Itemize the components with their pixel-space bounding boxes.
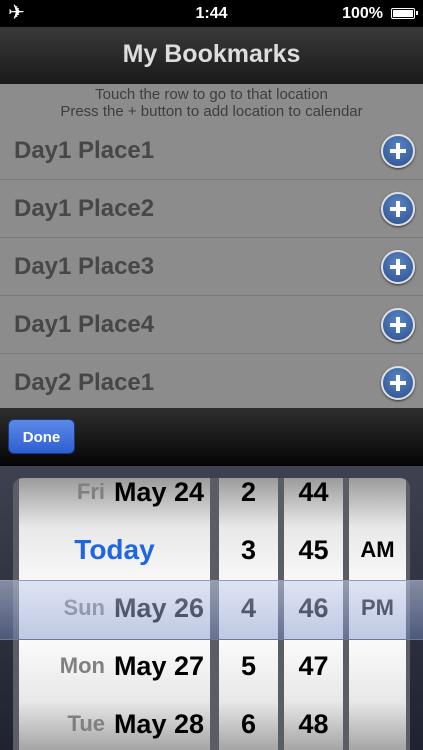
add-to-calendar-plus-icon[interactable] bbox=[381, 308, 415, 342]
date-label: May 27 bbox=[113, 651, 204, 681]
hour-option[interactable]: 2 bbox=[219, 478, 278, 521]
picker-toolbar: Done bbox=[0, 408, 423, 466]
add-to-calendar-plus-icon[interactable] bbox=[381, 134, 415, 168]
date-time-picker: Fri May 24 Today Sun May 26 Mon May 27 T… bbox=[0, 466, 423, 750]
date-wheel[interactable]: Fri May 24 Today Sun May 26 Mon May 27 T… bbox=[19, 478, 210, 750]
status-bar: ✈ 1:44 100% bbox=[0, 0, 423, 27]
weekday-label: Mon bbox=[59, 653, 105, 678]
navigation-bar: My Bookmarks bbox=[0, 27, 423, 85]
weekday-label: Tue bbox=[67, 711, 105, 736]
pm-option-selected[interactable]: PM bbox=[349, 579, 406, 637]
ampm-wheel[interactable]: AM PM bbox=[349, 478, 406, 750]
date-option-selected[interactable]: Sun May 26 bbox=[19, 579, 210, 637]
bookmark-row[interactable]: Day1 Place3 bbox=[0, 238, 423, 296]
bookmark-row[interactable]: Day1 Place1 bbox=[0, 122, 423, 180]
add-to-calendar-plus-icon[interactable] bbox=[381, 366, 415, 400]
weekday-label: Fri bbox=[76, 479, 105, 504]
minute-wheel[interactable]: 44 45 46 47 48 bbox=[284, 478, 343, 750]
add-to-calendar-plus-icon[interactable] bbox=[381, 192, 415, 226]
battery-percent: 100% bbox=[342, 5, 383, 22]
hint-text-line1: Touch the row to go to that location bbox=[95, 86, 328, 103]
bookmark-label: Day1 Place4 bbox=[14, 311, 155, 338]
minute-option[interactable]: 45 bbox=[284, 521, 343, 579]
hint-text-line2: Press the + button to add location to ca… bbox=[60, 103, 363, 120]
minute-option[interactable]: 44 bbox=[284, 478, 343, 521]
am-option[interactable]: AM bbox=[349, 521, 406, 579]
bookmark-row[interactable]: Day2 Place1 bbox=[0, 354, 423, 408]
date-label: May 26 bbox=[113, 593, 204, 623]
hour-option-selected[interactable]: 4 bbox=[219, 579, 278, 637]
hour-option[interactable]: 6 bbox=[219, 695, 278, 750]
bookmark-label: Day1 Place3 bbox=[14, 253, 155, 280]
date-option[interactable]: Fri May 24 bbox=[19, 478, 210, 521]
minute-option[interactable]: 47 bbox=[284, 637, 343, 695]
picker-frame: Fri May 24 Today Sun May 26 Mon May 27 T… bbox=[13, 478, 410, 750]
hour-wheel[interactable]: 2 3 4 5 6 bbox=[219, 478, 278, 750]
bookmark-label: Day1 Place1 bbox=[14, 137, 155, 164]
bookmark-label: Day1 Place2 bbox=[14, 195, 155, 222]
minute-option-selected[interactable]: 46 bbox=[284, 579, 343, 637]
bookmark-label: Day2 Place1 bbox=[14, 369, 155, 396]
done-button[interactable]: Done bbox=[8, 419, 75, 454]
hour-option[interactable]: 3 bbox=[219, 521, 278, 579]
date-label: May 24 bbox=[113, 478, 204, 507]
date-option[interactable]: Mon May 27 bbox=[19, 637, 210, 695]
date-label: May 28 bbox=[113, 709, 204, 739]
battery-icon bbox=[391, 8, 418, 19]
hour-option[interactable]: 5 bbox=[219, 637, 278, 695]
date-option-today[interactable]: Today bbox=[19, 521, 210, 579]
today-label: Today bbox=[74, 534, 155, 565]
weekday-label: Sun bbox=[63, 595, 105, 620]
bookmark-row[interactable]: Day1 Place2 bbox=[0, 180, 423, 238]
bookmarks-list: Touch the row to go to that location Pre… bbox=[0, 84, 423, 408]
minute-option[interactable]: 48 bbox=[284, 695, 343, 750]
date-option[interactable]: Tue May 28 bbox=[19, 695, 210, 750]
page-title: My Bookmarks bbox=[122, 40, 301, 68]
add-to-calendar-plus-icon[interactable] bbox=[381, 250, 415, 284]
bookmark-row[interactable]: Day1 Place4 bbox=[0, 296, 423, 354]
